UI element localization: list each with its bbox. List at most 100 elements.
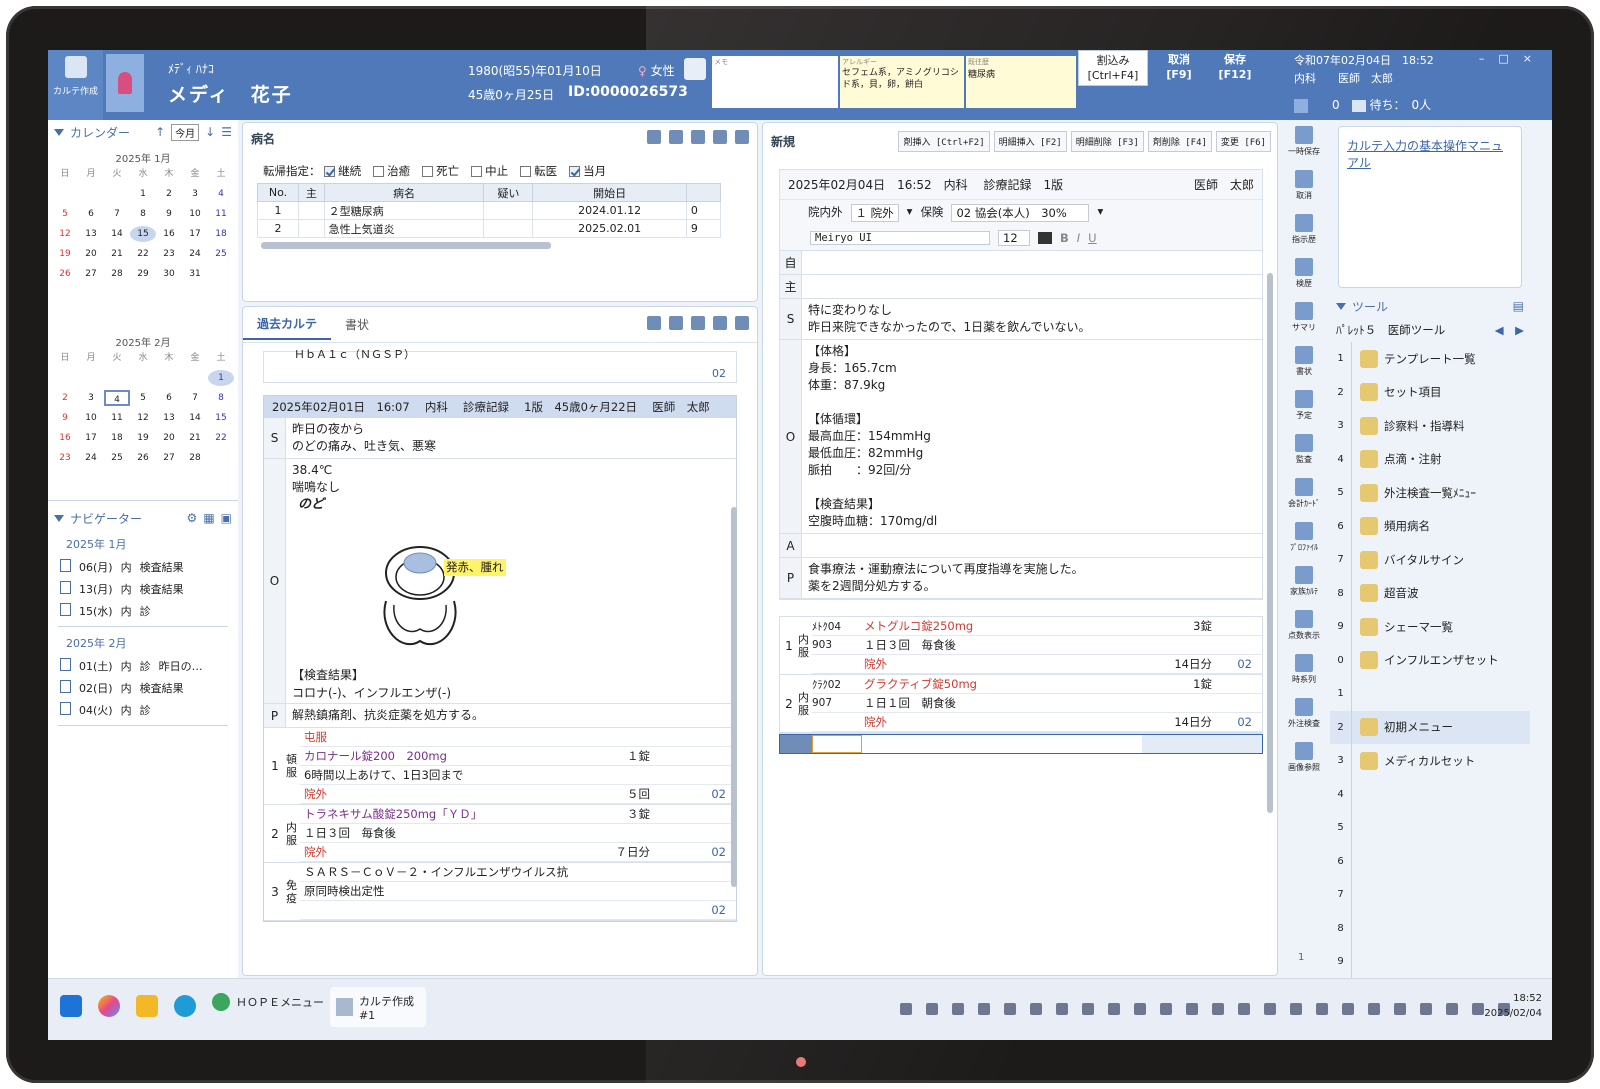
calendar-day[interactable]: 19 — [52, 246, 78, 262]
toolbar-家族ｶﾙﾃ[interactable]: 家族ｶﾙﾃ — [1280, 560, 1328, 604]
calendar-day[interactable]: 22 — [130, 246, 156, 262]
calendar-day[interactable]: 1 — [130, 186, 156, 202]
tool-item[interactable]: 1 テンプレート一覧 — [1330, 342, 1530, 376]
outcome-filter-死亡[interactable]: 死亡 — [422, 164, 459, 178]
person-add-icon[interactable] — [1294, 98, 1308, 113]
toolbar-時系列[interactable]: 時系列 — [1280, 648, 1328, 692]
toolbar-点数表示[interactable]: 点数表示 — [1280, 604, 1328, 648]
calendar-day[interactable]: 10 — [78, 410, 104, 426]
filter-icon[interactable]: ▦ — [203, 511, 214, 525]
calendar-day[interactable]: 23 — [156, 246, 182, 262]
edge-icon[interactable] — [174, 995, 196, 1017]
new-a-row[interactable]: A — [780, 534, 1262, 558]
toolbar-予定[interactable]: 予定 — [1280, 384, 1328, 428]
calendar-day[interactable]: 28 — [104, 266, 130, 282]
calendar-day[interactable]: 5 — [130, 390, 156, 406]
calendar-day[interactable]: 15 — [208, 410, 234, 426]
calendar-day[interactable]: 24 — [78, 450, 104, 466]
toolbar-button[interactable]: 剤挿入 [Ctrl+F2] — [898, 130, 990, 152]
pencil-icon[interactable] — [713, 129, 727, 144]
navigator-item[interactable]: 02(日) 内検査結果 — [48, 677, 238, 699]
stamp-icon[interactable] — [669, 316, 683, 330]
outcome-filter-継続[interactable]: 継続 — [324, 164, 361, 178]
outcome-filter-治癒[interactable]: 治癒 — [373, 164, 410, 178]
tray-icon[interactable] — [1394, 1003, 1406, 1015]
tray-icon[interactable] — [1212, 1003, 1224, 1015]
palette-selector[interactable]: ﾊﾟﾚｯﾄ５ 医師ツール ◀ ▶ — [1330, 318, 1530, 342]
chevron-down-icon[interactable]: ▾ — [907, 204, 913, 222]
calendar-day[interactable]: 16 — [52, 430, 78, 446]
tool-item[interactable]: 6 頻用病名 — [1330, 509, 1530, 543]
calendar-day[interactable]: 18 — [208, 226, 234, 242]
tray-icon[interactable] — [1238, 1003, 1250, 1015]
tray-icon[interactable] — [1420, 1003, 1432, 1015]
new-shu-row[interactable]: 主 — [780, 275, 1262, 299]
copilot-icon[interactable] — [98, 995, 120, 1017]
toolbar-button[interactable]: 変更 [F6] — [1215, 130, 1271, 152]
taskbar-hope-menu[interactable]: ＨＯＰＥメニュー — [212, 993, 324, 1011]
calendar-day[interactable]: 26 — [130, 450, 156, 466]
new-ji-row[interactable]: 自 — [780, 251, 1262, 275]
collapse-icon[interactable] — [1336, 302, 1346, 310]
tool-item[interactable]: 7 バイタルサイン — [1330, 543, 1530, 577]
calendar-day[interactable]: 13 — [78, 226, 104, 242]
collapse-icon[interactable] — [54, 514, 64, 522]
patient-avatar[interactable] — [106, 54, 144, 112]
toolbar-button[interactable]: 明細削除 [F3] — [1070, 130, 1144, 152]
calendar-day[interactable]: 25 — [104, 450, 130, 466]
tray-icon[interactable] — [1290, 1003, 1302, 1015]
calendar-day[interactable]: 26 — [52, 266, 78, 282]
tab-past-karte[interactable]: 過去カルテ — [243, 309, 332, 340]
tray-icon[interactable] — [926, 1003, 938, 1015]
column-header[interactable] — [685, 183, 722, 202]
font-size-select[interactable]: 12 — [998, 230, 1030, 246]
toolbar-サマリ[interactable]: サマリ — [1280, 296, 1328, 340]
tool-item[interactable]: 3 メディカルセット — [1330, 744, 1530, 778]
calendar-day[interactable]: 21 — [104, 246, 130, 262]
plus-icon[interactable] — [713, 316, 727, 330]
calendar-day[interactable]: 7 — [104, 206, 130, 222]
toolbar-検歴[interactable]: 検歴 — [1280, 252, 1328, 296]
toolbar-監査[interactable]: 監査 — [1280, 428, 1328, 472]
windows-start-icon[interactable] — [60, 995, 82, 1017]
tray-icon[interactable] — [1082, 1003, 1094, 1015]
outcome-filter-当月[interactable]: 当月 — [569, 164, 606, 178]
calendar-icon[interactable]: ▣ — [221, 511, 232, 525]
toolbar-会計ｶｰﾄﾞ[interactable]: 会計ｶｰﾄﾞ — [1280, 472, 1328, 516]
insurance-select[interactable]: 02 協会(本人) 30% — [951, 204, 1090, 222]
calendar-day[interactable]: 27 — [156, 450, 182, 466]
list-icon[interactable] — [691, 129, 705, 144]
calendar-day[interactable]: 25 — [208, 246, 234, 262]
tree-icon[interactable] — [647, 129, 661, 144]
tray-icon[interactable] — [1264, 1003, 1276, 1015]
manual-link[interactable]: カルテ入力の基本操作マニュアル — [1347, 137, 1513, 171]
calendar-day[interactable]: 6 — [156, 390, 182, 406]
cancel-button[interactable]: 取消 [F9] — [1152, 50, 1206, 86]
column-header[interactable]: 主 — [298, 183, 325, 202]
calendar-day[interactable]: 10 — [182, 206, 208, 222]
navigator-group[interactable]: 2025年 1月 — [48, 532, 238, 556]
toolbar-ﾌﾟﾛﾌｧｲﾙ[interactable]: ﾌﾟﾛﾌｧｲﾙ — [1280, 516, 1328, 560]
arrow-up-icon[interactable]: ↑ — [155, 125, 165, 139]
calendar-day[interactable]: 29 — [130, 266, 156, 282]
navigator-item[interactable]: 01(土) 内診昨日の… — [48, 655, 238, 677]
memo-box[interactable]: メモ — [712, 56, 838, 108]
calendar-day[interactable]: 7 — [182, 390, 208, 406]
next-palette-icon[interactable]: ▶ — [1515, 323, 1524, 337]
tray-icon[interactable] — [952, 1003, 964, 1015]
pencil-icon[interactable] — [647, 316, 661, 330]
calendar-day[interactable]: 20 — [78, 246, 104, 262]
inout-select[interactable]: １ 院外 — [850, 204, 899, 222]
calendar-day[interactable]: 3 — [78, 390, 104, 406]
bold-icon[interactable]: B — [1060, 231, 1069, 245]
calendar-day[interactable]: 31 — [182, 266, 208, 282]
calendar-day[interactable]: 5 — [52, 206, 78, 222]
underline-icon[interactable]: U — [1088, 231, 1096, 245]
tray-icon[interactable] — [1472, 1003, 1484, 1015]
column-header[interactable]: 病名 — [323, 183, 485, 202]
calendar-day[interactable]: 14 — [104, 226, 130, 242]
calendar-day[interactable]: 14 — [182, 410, 208, 426]
tool-item[interactable]: 9 シェーマ一覧 — [1330, 610, 1530, 644]
calendar-day[interactable]: 24 — [182, 246, 208, 262]
taskbar-karte[interactable]: カルテ作成#1 — [330, 987, 426, 1027]
